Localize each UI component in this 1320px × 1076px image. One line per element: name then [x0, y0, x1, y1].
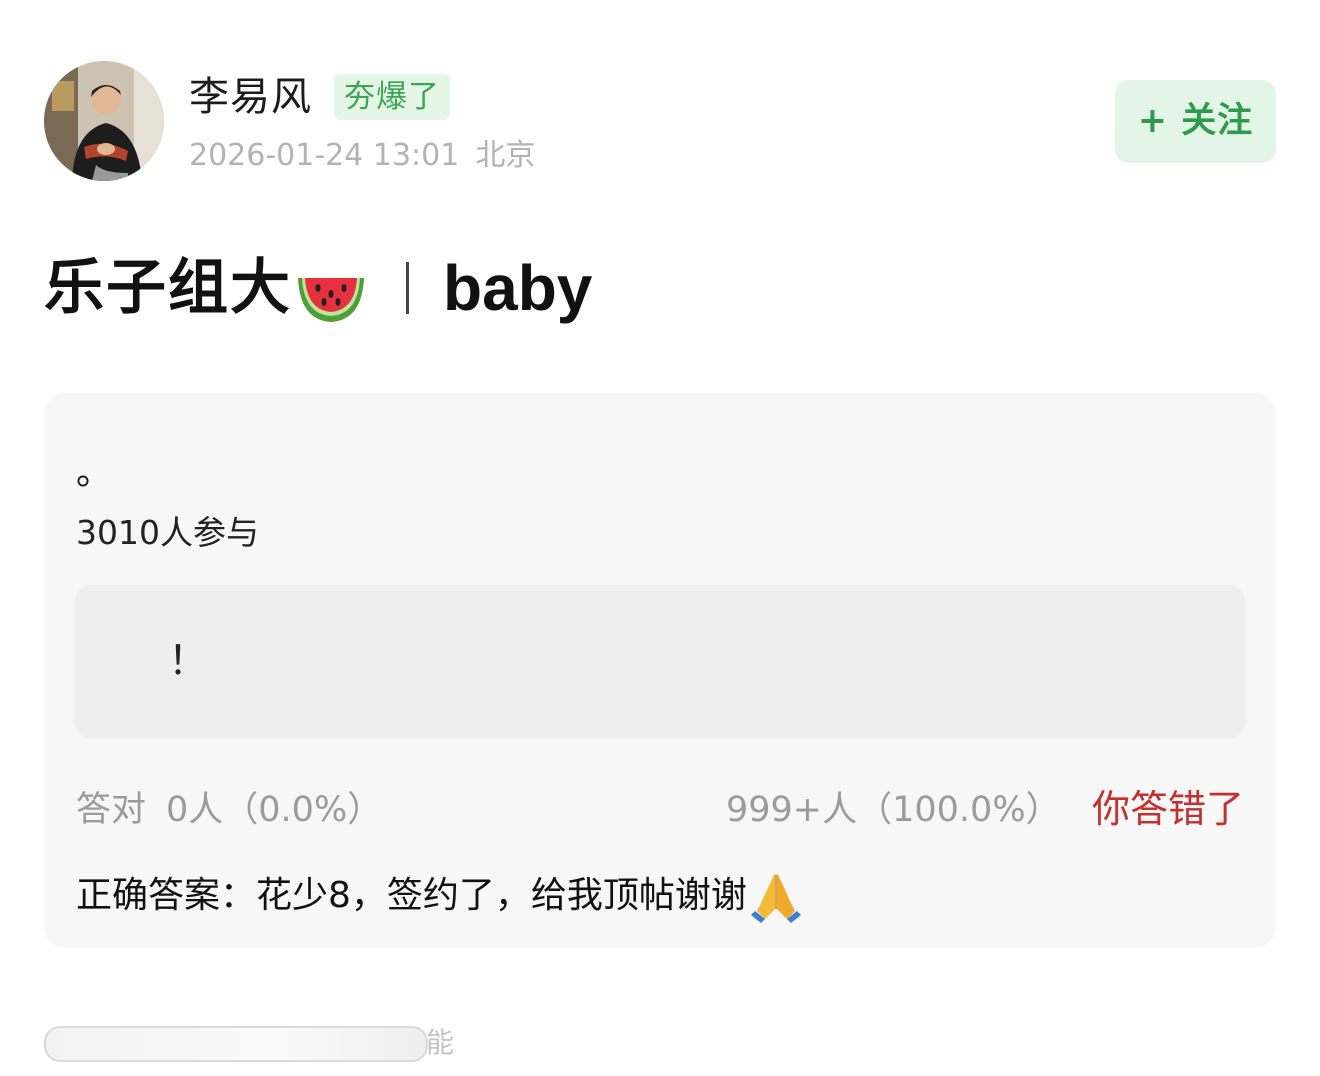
post-date: 2026-01-24 13:01: [189, 138, 460, 173]
person-photo-icon: [44, 61, 164, 181]
quiz-question: 。: [76, 452, 113, 493]
quiz-participants: 3010人参与: [76, 513, 259, 552]
stats-correct-label: 答对: [76, 790, 147, 830]
post-meta: 2026-01-24 13:01 北京: [189, 136, 535, 176]
stats-wrong-value: 999+人（100.0%）: [726, 790, 1061, 830]
correct-answer-text: 花少8，签约了，给我顶帖谢谢: [256, 875, 747, 916]
footer-bar[interactable]: [44, 1026, 428, 1062]
post-location: 北京: [475, 138, 536, 173]
quiz-card: 。 3010人参与 ！ 答对 0人（0.0%） 999+人（100.0%） 你答错…: [44, 393, 1276, 948]
author-avatar[interactable]: [44, 61, 164, 181]
author-name[interactable]: 李易风: [189, 72, 312, 122]
quiz-result: 你答错了: [1092, 787, 1245, 831]
footer-text: 能: [426, 1026, 455, 1059]
author-badge: 夯爆了: [334, 74, 450, 120]
post-title-suffix: baby: [443, 252, 593, 324]
stats-correct-value: 0人（0.0%）: [166, 790, 383, 830]
stats-correct: 答对 0人（0.0%）: [76, 785, 382, 835]
quiz-option-label: ！: [168, 638, 208, 684]
post-title-text: 乐子组大: [44, 253, 292, 323]
follow-button[interactable]: + 关注: [1115, 80, 1276, 163]
correct-answer: 正确答案： 花少8，签约了，给我顶帖谢谢: [76, 869, 803, 923]
title-divider: [406, 262, 409, 314]
folded-hands-icon: [750, 873, 801, 923]
post-title: 乐子组大 baby: [44, 250, 592, 326]
quiz-option[interactable]: ！: [74, 585, 1246, 739]
watermelon-icon: [298, 278, 364, 322]
correct-answer-label: 正确答案：: [76, 875, 257, 916]
